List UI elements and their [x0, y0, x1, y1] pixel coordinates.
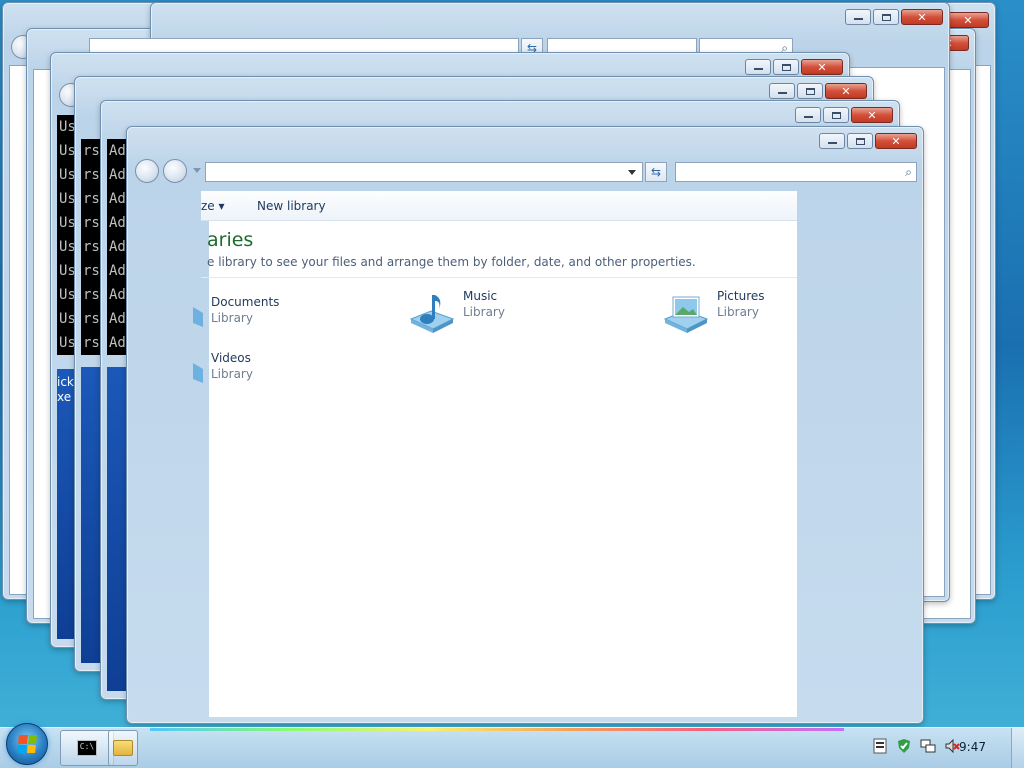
taskbar-command-prompt[interactable]: C:\ — [60, 730, 114, 766]
library-type: Library — [211, 367, 253, 381]
back-button[interactable] — [135, 159, 159, 183]
library-type: Library — [717, 305, 759, 319]
page-description: e library to see your files and arrange … — [207, 255, 696, 269]
address-bar[interactable] — [205, 162, 643, 182]
show-desktop-button[interactable] — [1011, 728, 1024, 768]
page-title: aries — [207, 229, 254, 251]
refresh-button[interactable]: ⇆ — [645, 162, 667, 182]
command-bar: ze ▾ New library — [201, 191, 797, 221]
start-button[interactable] — [6, 723, 48, 765]
library-item-videos[interactable]: Videos Library — [193, 351, 253, 397]
organize-menu[interactable]: ze ▾ — [201, 199, 225, 213]
divider — [201, 277, 797, 278]
minimize-button[interactable] — [819, 133, 845, 149]
command-prompt-icon: C:\ — [77, 740, 97, 756]
library-type: Library — [463, 305, 505, 319]
windows-logo-icon — [17, 735, 37, 753]
taskbar: C:\ 9:47 — [0, 723, 1024, 768]
action-center-icon[interactable] — [872, 738, 888, 754]
minimize-button[interactable] — [745, 59, 771, 75]
minimize-button[interactable] — [845, 9, 871, 25]
nav-bar: ⇆ ⌕ — [135, 159, 917, 187]
library-name: Videos — [211, 351, 251, 365]
taskbar-windows-explorer[interactable] — [108, 730, 138, 766]
library-type: Library — [211, 311, 253, 325]
explorer-window-libraries[interactable]: ✕ ⇆ ⌕ ze ▾ New library aries e library t… — [126, 126, 924, 724]
minimize-button[interactable] — [795, 107, 821, 123]
volume-muted-icon[interactable] — [944, 738, 960, 754]
library-item-documents[interactable]: Documents Library — [193, 295, 279, 341]
close-button[interactable]: ✕ — [801, 59, 843, 75]
search-input[interactable]: ⌕ — [675, 162, 917, 182]
close-button[interactable]: ✕ — [947, 12, 989, 28]
music-library-icon — [409, 289, 455, 335]
chevron-down-icon[interactable] — [628, 170, 636, 175]
library-name: Pictures — [717, 289, 765, 303]
videos-library-icon — [193, 351, 203, 397]
caption-buttons: ✕ — [769, 83, 867, 99]
maximize-button[interactable] — [773, 59, 799, 75]
close-button[interactable]: ✕ — [875, 133, 917, 149]
library-name: Documents — [211, 295, 280, 309]
caption-buttons: ✕ — [795, 107, 893, 123]
caption-buttons: ✕ — [819, 133, 917, 149]
recent-pages-chevron-icon[interactable] — [193, 168, 201, 173]
windows-explorer-icon — [113, 740, 133, 756]
system-clock[interactable]: 9:47 — [959, 740, 986, 754]
pictures-library-icon — [663, 289, 709, 335]
library-item-pictures[interactable]: Pictures Library — [663, 289, 765, 335]
library-name: Music — [463, 289, 498, 303]
close-button[interactable]: ✕ — [851, 107, 893, 123]
caption-buttons: ✕ — [845, 9, 943, 25]
desktop: ✕ ✕ ✕ ⇆ ⌕ ✕ — [0, 0, 1024, 768]
notification-area: 9:47 — [844, 728, 1024, 768]
maximize-button[interactable] — [873, 9, 899, 25]
minimize-button[interactable] — [769, 83, 795, 99]
taskbar-glow — [150, 728, 844, 731]
security-shield-icon[interactable] — [896, 738, 912, 754]
explorer-content-lower — [209, 591, 797, 717]
close-button[interactable]: ✕ — [901, 9, 943, 25]
forward-button[interactable] — [163, 159, 187, 183]
maximize-button[interactable] — [847, 133, 873, 149]
maximize-button[interactable] — [797, 83, 823, 99]
explorer-content: ze ▾ New library aries e library to see … — [193, 191, 797, 591]
documents-library-icon — [193, 295, 203, 341]
caption-buttons: ✕ — [745, 59, 843, 75]
maximize-button[interactable] — [823, 107, 849, 123]
search-icon: ⌕ — [905, 165, 912, 179]
network-icon[interactable] — [920, 738, 936, 754]
close-button[interactable]: ✕ — [825, 83, 867, 99]
library-item-music[interactable]: Music Library — [409, 289, 505, 335]
new-library-button[interactable]: New library — [257, 199, 326, 213]
